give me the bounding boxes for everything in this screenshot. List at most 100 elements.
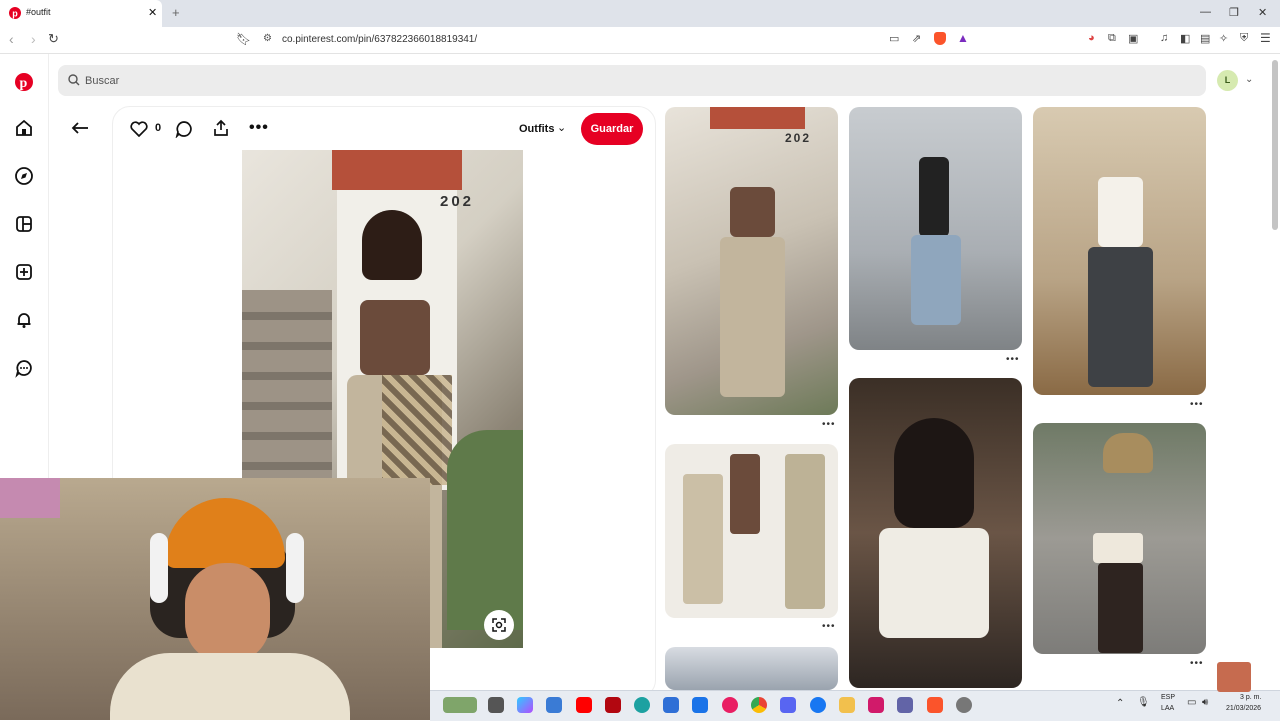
comment-icon[interactable] <box>175 120 193 138</box>
pinterest-favicon-icon: p <box>9 7 21 19</box>
boards-icon[interactable] <box>14 214 34 234</box>
search-bar[interactable]: Buscar <box>58 65 1206 96</box>
related-pin-7[interactable] <box>1033 423 1206 654</box>
pin-more-icon[interactable]: ••• <box>1190 658 1204 669</box>
orange-beanie-shape <box>165 498 285 568</box>
svg-text:p: p <box>20 76 28 91</box>
board-selector[interactable]: Outfits <box>519 123 554 135</box>
home-icon[interactable] <box>14 118 34 138</box>
headphone-left-shape <box>150 533 168 603</box>
board-chevron-down-icon[interactable]: ⌄ <box>557 121 566 134</box>
cast-icon[interactable]: ▭ <box>889 32 899 45</box>
new-tab-icon[interactable]: + <box>172 5 180 20</box>
wallet-icon[interactable]: ▣ <box>1128 32 1138 45</box>
extension-color-icon[interactable]: ◕ <box>1088 32 1095 44</box>
browser-tab[interactable]: p #outfit ✕ <box>0 0 162 27</box>
extensions-icon[interactable]: ⧉ <box>1108 32 1116 45</box>
wall-poster-shape <box>0 478 60 518</box>
close-tab-icon[interactable]: ✕ <box>148 6 157 19</box>
address-bar[interactable]: co.pinterest.com/pin/637822366018819341/ <box>282 34 477 45</box>
network-icon[interactable]: ▭ <box>1187 697 1196 708</box>
bandana-shape <box>1103 433 1153 473</box>
opera-icon[interactable] <box>722 697 738 713</box>
site-settings-icon[interactable]: ⚙︎ <box>263 33 272 44</box>
heart-icon[interactable] <box>130 121 148 137</box>
like-count: 0 <box>155 122 162 134</box>
restore-icon[interactable]: ❐ <box>1229 6 1239 19</box>
tray-chevron-up-icon[interactable]: ⌃ <box>1116 698 1124 709</box>
webcam-overlay <box>0 478 430 720</box>
teams-icon[interactable] <box>897 697 913 713</box>
menu-icon[interactable]: ☰ <box>1260 31 1271 45</box>
notifications-bell-icon[interactable] <box>14 310 34 330</box>
related-pin-4[interactable] <box>849 107 1022 350</box>
pin-more-icon[interactable]: ••• <box>1006 354 1020 365</box>
pinterest-logo-icon[interactable]: p <box>14 72 34 92</box>
more-options-icon[interactable]: ••• <box>249 119 269 137</box>
brick-wall-shape <box>332 150 462 190</box>
share-icon[interactable]: ⇗ <box>912 32 921 45</box>
media-icon[interactable]: ♫ <box>1160 32 1168 44</box>
microphone-icon[interactable]: 🎙︎ <box>1137 697 1150 708</box>
dark-jeans-shape <box>1088 247 1153 387</box>
copilot-icon[interactable] <box>517 697 533 713</box>
brave-shield-icon[interactable] <box>934 32 946 45</box>
bookmark-icon[interactable]: 🔖︎ <box>236 32 251 46</box>
related-pin-3[interactable] <box>665 647 838 690</box>
related-pin-6[interactable] <box>1033 107 1206 395</box>
pin-more-icon[interactable]: ••• <box>822 621 836 632</box>
back-arrow-icon[interactable] <box>71 121 89 135</box>
edge-icon[interactable] <box>634 697 650 713</box>
pin-more-icon[interactable]: ••• <box>822 419 836 430</box>
related-pin-5[interactable] <box>849 378 1022 688</box>
page-scrollbar[interactable] <box>1272 60 1278 230</box>
facebook-icon[interactable] <box>810 697 826 713</box>
messages-icon[interactable] <box>14 358 34 378</box>
discord-icon[interactable] <box>780 697 796 713</box>
youtube-icon[interactable] <box>576 697 592 713</box>
language-bottom[interactable]: LAA <box>1161 705 1174 712</box>
minimize-icon[interactable]: — <box>1200 6 1211 18</box>
language-top[interactable]: ESP <box>1161 694 1175 701</box>
hair-shape <box>894 418 974 528</box>
svg-text:p: p <box>12 9 18 19</box>
visual-search-button[interactable] <box>484 610 514 640</box>
create-pin-icon[interactable] <box>14 262 34 282</box>
reload-icon[interactable]: ↻ <box>48 31 59 47</box>
task-view-icon[interactable] <box>488 697 504 713</box>
brave-rewards-icon[interactable]: ▲ <box>957 31 969 45</box>
leo-ai-icon[interactable]: ✧ <box>1219 32 1228 45</box>
hair-shape <box>362 210 422 280</box>
jeans-shape <box>911 235 961 325</box>
account-chevron-down-icon[interactable]: ⌄ <box>1245 74 1253 85</box>
back-nav-icon[interactable]: ‹ <box>9 31 14 47</box>
related-pin-1[interactable]: 202 <box>665 107 838 415</box>
avatar[interactable]: L <box>1217 70 1238 91</box>
app-blue-icon[interactable] <box>663 697 679 713</box>
related-pin-2[interactable] <box>665 444 838 618</box>
volume-icon[interactable]: 🔊︎ <box>1202 697 1208 708</box>
clock-time[interactable]: 3 p. m. <box>1240 694 1261 701</box>
store-icon[interactable] <box>546 697 562 713</box>
app-pink-icon[interactable] <box>868 697 884 713</box>
forward-nav-icon[interactable]: › <box>31 31 36 47</box>
close-window-icon[interactable]: ✕ <box>1258 6 1267 19</box>
weather-widget-icon[interactable] <box>443 697 477 713</box>
vpn-icon[interactable]: ⛨ <box>1240 32 1248 45</box>
clock-date[interactable]: 21/03/2026 <box>1226 705 1261 712</box>
explore-compass-icon[interactable] <box>14 166 34 186</box>
search-icon <box>68 74 80 86</box>
sidebar-toggle-icon[interactable]: ◧ <box>1180 32 1190 45</box>
obs-icon[interactable] <box>956 697 972 713</box>
tabs-icon[interactable]: ▤ <box>1200 32 1210 45</box>
chrome-icon[interactable] <box>751 697 767 713</box>
pin-more-icon[interactable]: ••• <box>1190 399 1204 410</box>
file-explorer-icon[interactable] <box>839 697 855 713</box>
mail-icon[interactable] <box>692 697 708 713</box>
netflix-icon[interactable] <box>605 697 621 713</box>
save-button[interactable]: Guardar <box>581 113 643 145</box>
brave-taskbar-icon[interactable] <box>927 697 943 713</box>
search-placeholder: Buscar <box>85 75 120 87</box>
share-upload-icon[interactable] <box>212 119 230 137</box>
plants-shape <box>447 430 523 630</box>
